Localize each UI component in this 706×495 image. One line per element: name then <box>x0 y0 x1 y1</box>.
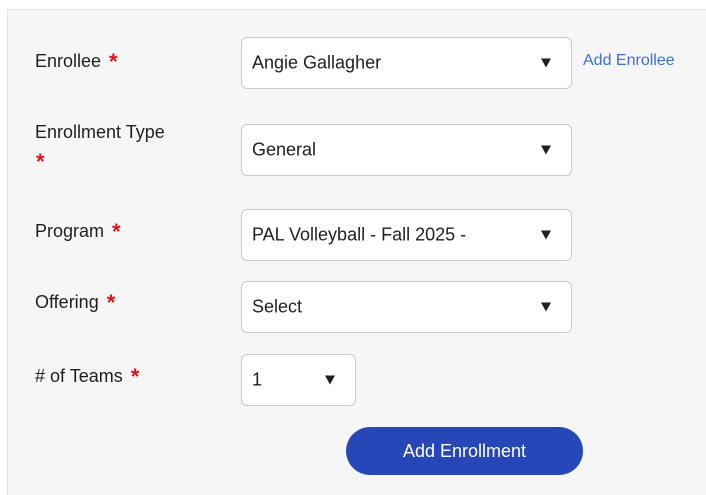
enrollee-select-value: Angie Gallagher <box>252 52 382 73</box>
offering-select-value: Select <box>252 296 303 317</box>
teams-label: # of Teams * <box>35 364 139 388</box>
offering-label-text: Offering <box>35 292 99 312</box>
program-label-text: Program <box>35 221 105 241</box>
enrollment-type-required-mark: * <box>36 149 45 174</box>
teams-select-value: 1 <box>252 369 263 390</box>
program-select-value: PAL Volleyball - Fall 2025 - <box>252 224 467 245</box>
program-select[interactable]: PAL Volleyball - Fall 2025 - <box>241 209 572 261</box>
offering-select[interactable]: Select <box>241 281 572 333</box>
enrollment-type-label-text: Enrollment Type <box>35 122 165 142</box>
teams-select[interactable]: 1 <box>241 354 356 406</box>
teams-label-text: # of Teams <box>35 366 123 386</box>
add-enrollment-button[interactable]: Add Enrollment <box>346 427 583 475</box>
enrollment-type-select-value: General <box>252 139 317 160</box>
chevron-down-icon <box>541 58 551 68</box>
enrollee-label-text: Enrollee <box>35 51 102 71</box>
add-enrollee-link[interactable]: Add Enrollee <box>583 52 675 70</box>
chevron-down-icon <box>325 375 335 385</box>
chevron-down-icon <box>541 302 551 312</box>
enrollee-label: Enrollee * <box>35 49 118 73</box>
chevron-down-icon <box>541 230 551 240</box>
enrollment-type-label: Enrollment Type * <box>35 120 165 174</box>
program-label: Program * <box>35 219 121 243</box>
offering-required-mark: * <box>106 290 116 315</box>
enrollment-type-select[interactable]: General <box>241 124 572 176</box>
enrollee-select[interactable]: Angie Gallagher <box>241 37 572 89</box>
teams-required-mark: * <box>130 364 140 389</box>
enrollee-required-mark: * <box>109 49 118 74</box>
program-required-mark: * <box>112 219 121 244</box>
chevron-down-icon <box>541 145 551 155</box>
offering-label: Offering * <box>35 290 115 314</box>
